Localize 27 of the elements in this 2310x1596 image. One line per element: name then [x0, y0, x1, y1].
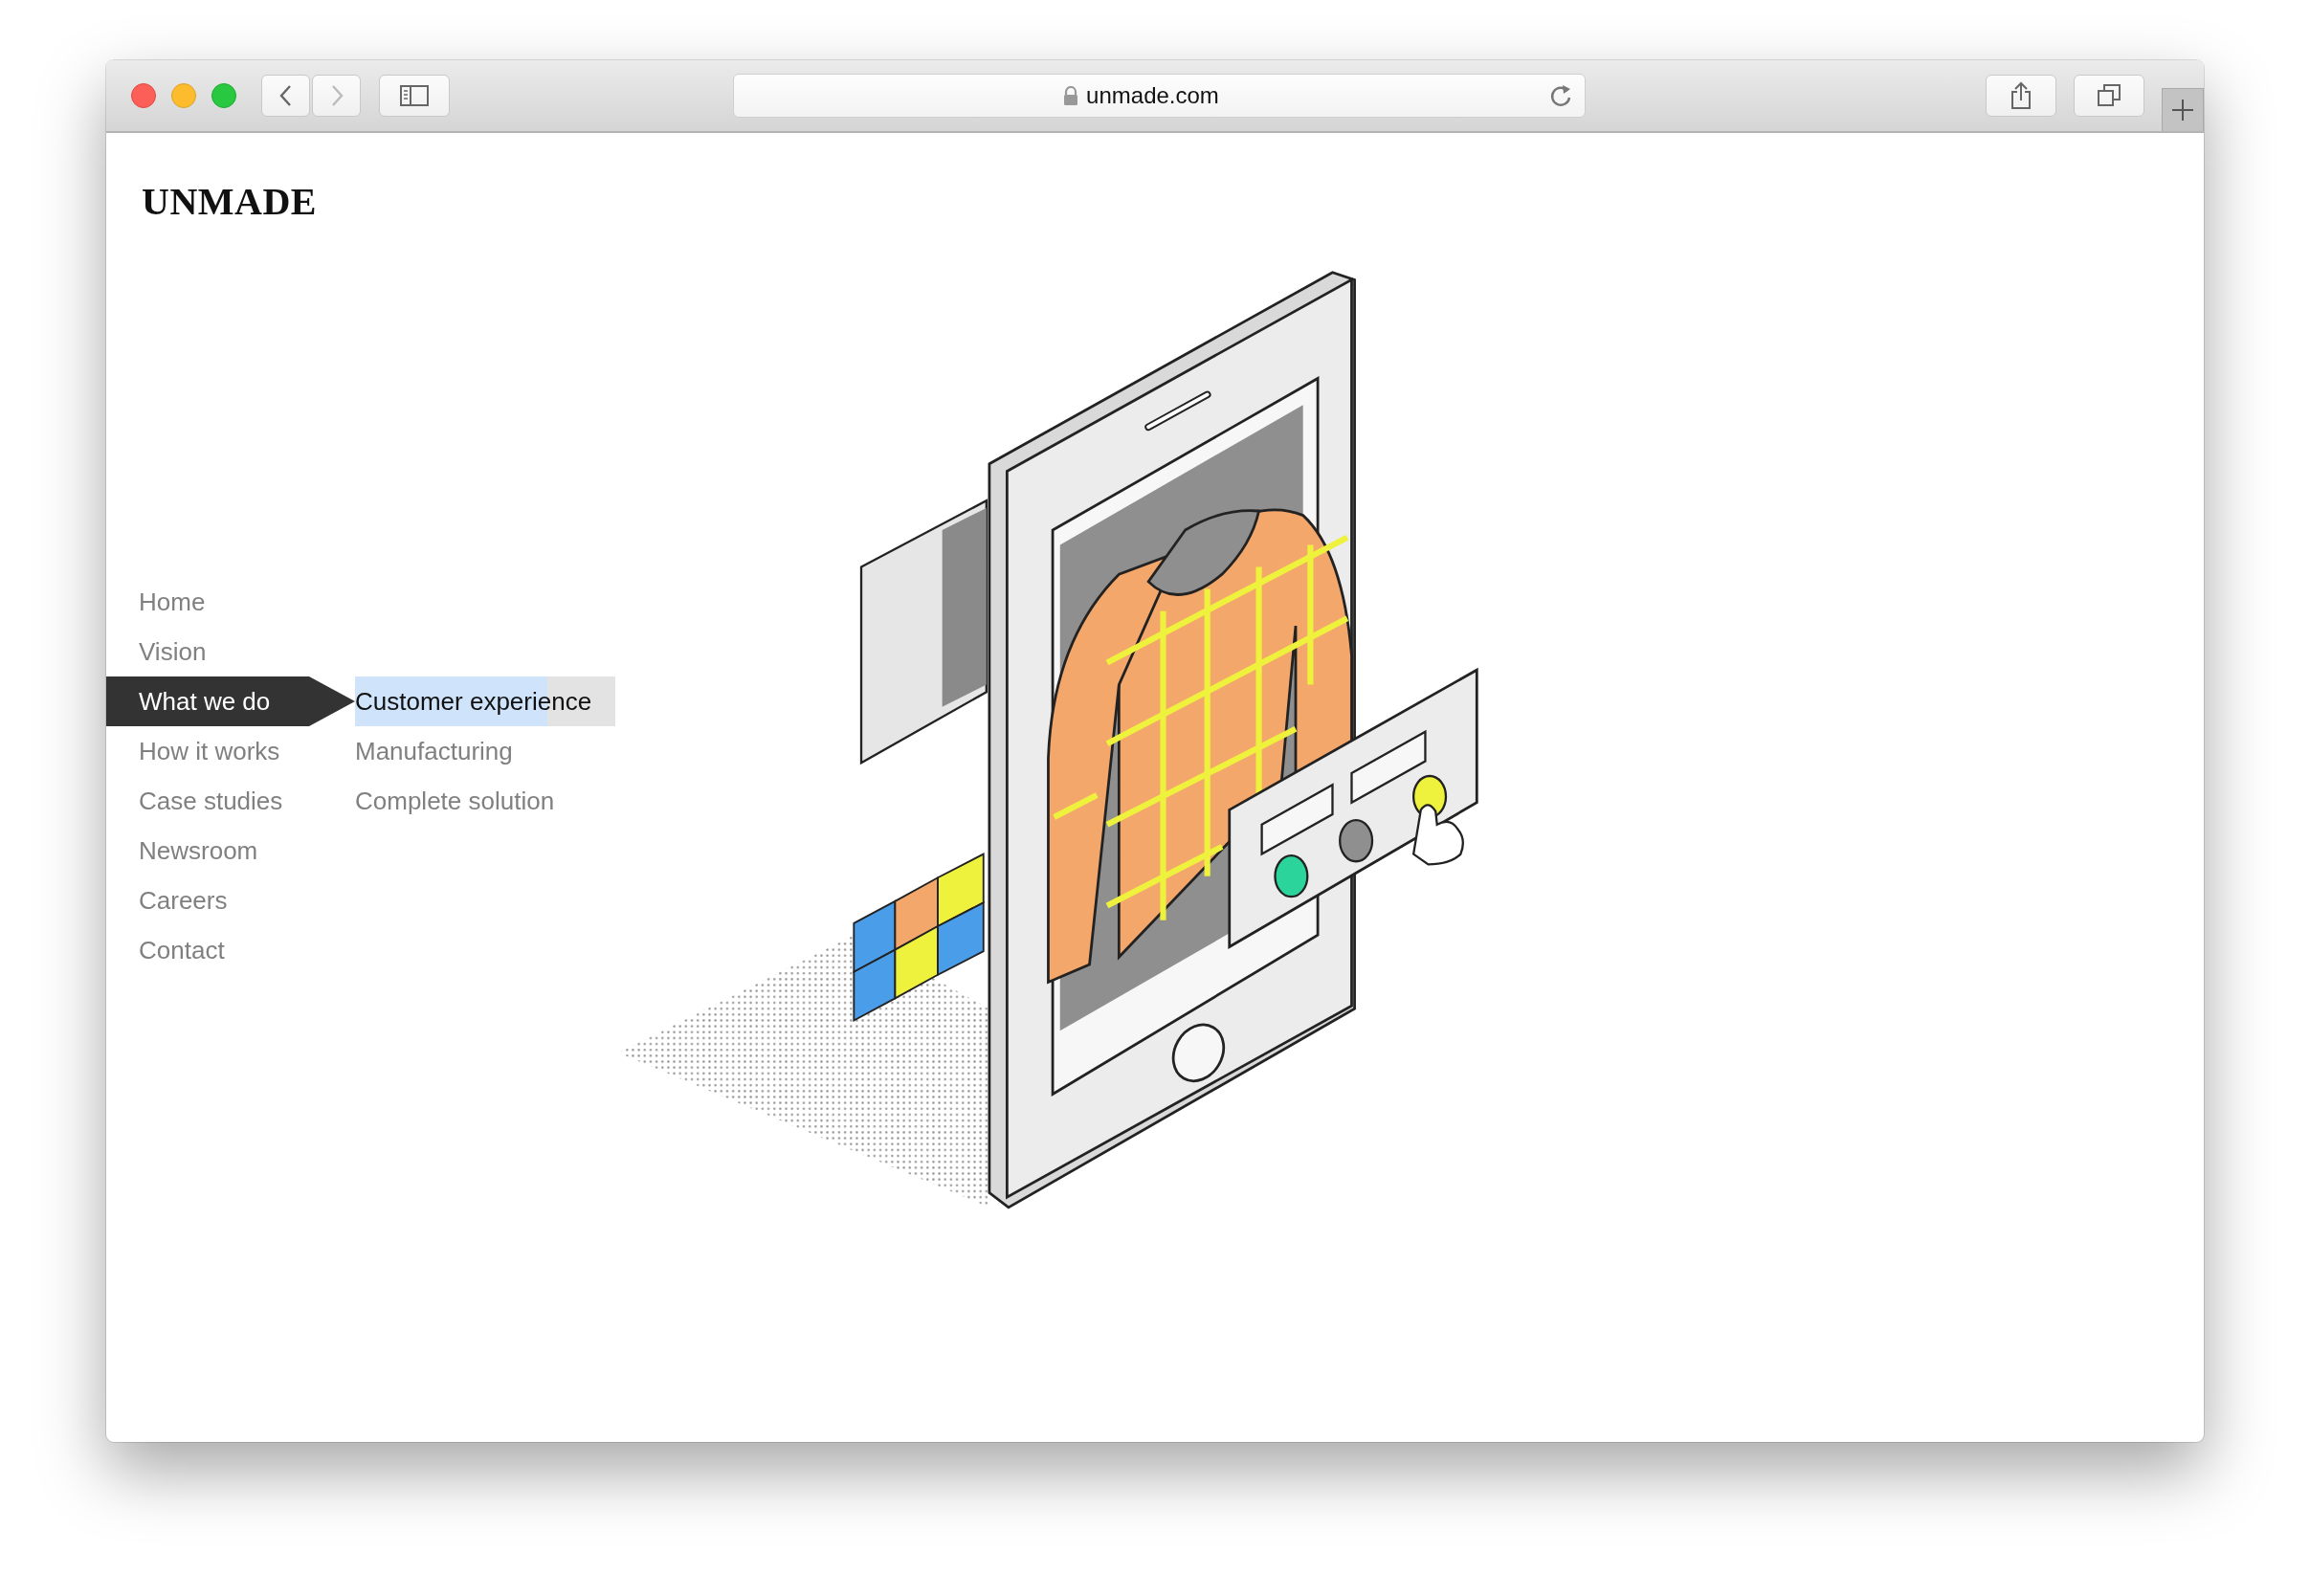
nav-item[interactable]: Vision — [106, 627, 355, 676]
url-text: unmade.com — [1086, 82, 1219, 109]
new-tab-button[interactable] — [2162, 88, 2204, 131]
plus-icon — [2171, 99, 2194, 122]
nav-item[interactable]: Newsroom — [106, 826, 355, 876]
nav-item[interactable]: Case studies — [106, 776, 355, 826]
lock-icon — [1063, 86, 1079, 105]
nav-item[interactable]: What we do — [106, 676, 355, 726]
nav-item[interactable]: Home — [106, 577, 355, 627]
logo[interactable]: UNMADE — [142, 179, 615, 224]
tabs-button[interactable] — [2074, 75, 2145, 117]
share-icon — [2010, 81, 2032, 110]
sidebar-icon — [399, 85, 429, 106]
close-icon[interactable] — [131, 83, 156, 108]
sidebar-button[interactable] — [379, 75, 450, 117]
zoom-icon[interactable] — [211, 83, 236, 108]
subnav-item[interactable]: Manufacturing — [355, 726, 615, 776]
nav-item[interactable]: Careers — [106, 876, 355, 925]
share-button[interactable] — [1986, 75, 2057, 117]
tabs-icon — [2097, 83, 2122, 108]
back-icon — [278, 84, 294, 107]
nav-item[interactable]: How it works — [106, 726, 355, 776]
subnav-item[interactable]: Customer experience — [355, 676, 615, 726]
address-bar[interactable]: unmade.com — [732, 74, 1587, 118]
back-button[interactable] — [261, 75, 310, 117]
subnav-item[interactable]: Complete solution — [355, 776, 615, 826]
nav-item[interactable]: Contact — [106, 925, 355, 975]
